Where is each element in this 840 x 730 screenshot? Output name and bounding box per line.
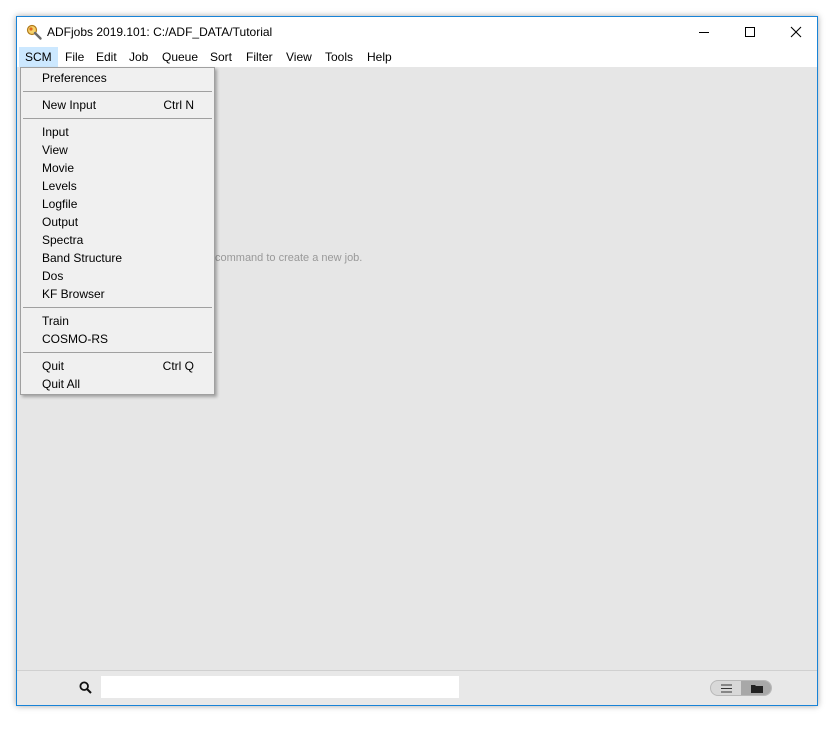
maximize-button[interactable] (727, 17, 773, 47)
menu-item-band-structure[interactable]: Band Structure (21, 249, 214, 267)
menu-item-quit-all[interactable]: Quit All (21, 375, 214, 393)
menu-item-quit[interactable]: Quit Ctrl Q (21, 357, 214, 375)
menu-item-levels[interactable]: Levels (21, 177, 214, 195)
menu-separator (23, 118, 212, 119)
menu-separator (23, 307, 212, 308)
search-icon (79, 681, 92, 697)
maximize-icon (745, 27, 755, 37)
menu-item-dos[interactable]: Dos (21, 267, 214, 285)
status-bar (17, 670, 817, 705)
menu-help[interactable]: Help (361, 47, 398, 67)
menu-item-input[interactable]: Input (21, 123, 214, 141)
menu-scm[interactable]: SCM (19, 47, 58, 67)
menu-item-cosmo-rs[interactable]: COSMO-RS (21, 330, 214, 348)
folder-view-button[interactable] (741, 681, 771, 695)
menu-item-movie[interactable]: Movie (21, 159, 214, 177)
empty-hint-text: command to create a new job. (215, 252, 363, 264)
window-title: ADFjobs 2019.101: C:/ADF_DATA/Tutorial (47, 25, 273, 39)
shortcut-label: Ctrl Q (162, 359, 194, 373)
list-view-button[interactable] (711, 681, 742, 695)
menu-item-logfile[interactable]: Logfile (21, 195, 214, 213)
minimize-icon (699, 32, 709, 33)
folder-view-icon (750, 684, 763, 693)
title-bar[interactable]: ADFjobs 2019.101: C:/ADF_DATA/Tutorial (17, 17, 817, 47)
menu-item-kf-browser[interactable]: KF Browser (21, 285, 214, 303)
menu-item-output[interactable]: Output (21, 213, 214, 231)
view-toggle[interactable] (710, 680, 772, 696)
menu-item-new-input[interactable]: New Input Ctrl N (21, 96, 214, 114)
menu-item-train[interactable]: Train (21, 312, 214, 330)
minimize-button[interactable] (681, 17, 727, 47)
search-input[interactable] (101, 676, 459, 698)
menu-item-view[interactable]: View (21, 141, 214, 159)
menu-bar: SCM File Edit Job Queue Sort Filter View… (17, 47, 817, 67)
shortcut-label: Ctrl N (163, 98, 194, 112)
menu-queue[interactable]: Queue (156, 47, 204, 67)
menu-view[interactable]: View (280, 47, 318, 67)
close-icon (790, 26, 802, 38)
list-view-icon (721, 684, 732, 692)
menu-edit[interactable]: Edit (90, 47, 123, 67)
menu-separator (23, 91, 212, 92)
scm-dropdown-menu: Preferences New Input Ctrl N Input View … (20, 67, 215, 395)
menu-job[interactable]: Job (123, 47, 154, 67)
menu-item-preferences[interactable]: Preferences (21, 69, 214, 87)
menu-filter[interactable]: Filter (240, 47, 279, 67)
adf-app-icon (25, 23, 43, 41)
menu-sort[interactable]: Sort (204, 47, 238, 67)
menu-separator (23, 352, 212, 353)
close-button[interactable] (773, 17, 819, 47)
menu-tools[interactable]: Tools (319, 47, 359, 67)
menu-file[interactable]: File (59, 47, 90, 67)
menu-item-spectra[interactable]: Spectra (21, 231, 214, 249)
